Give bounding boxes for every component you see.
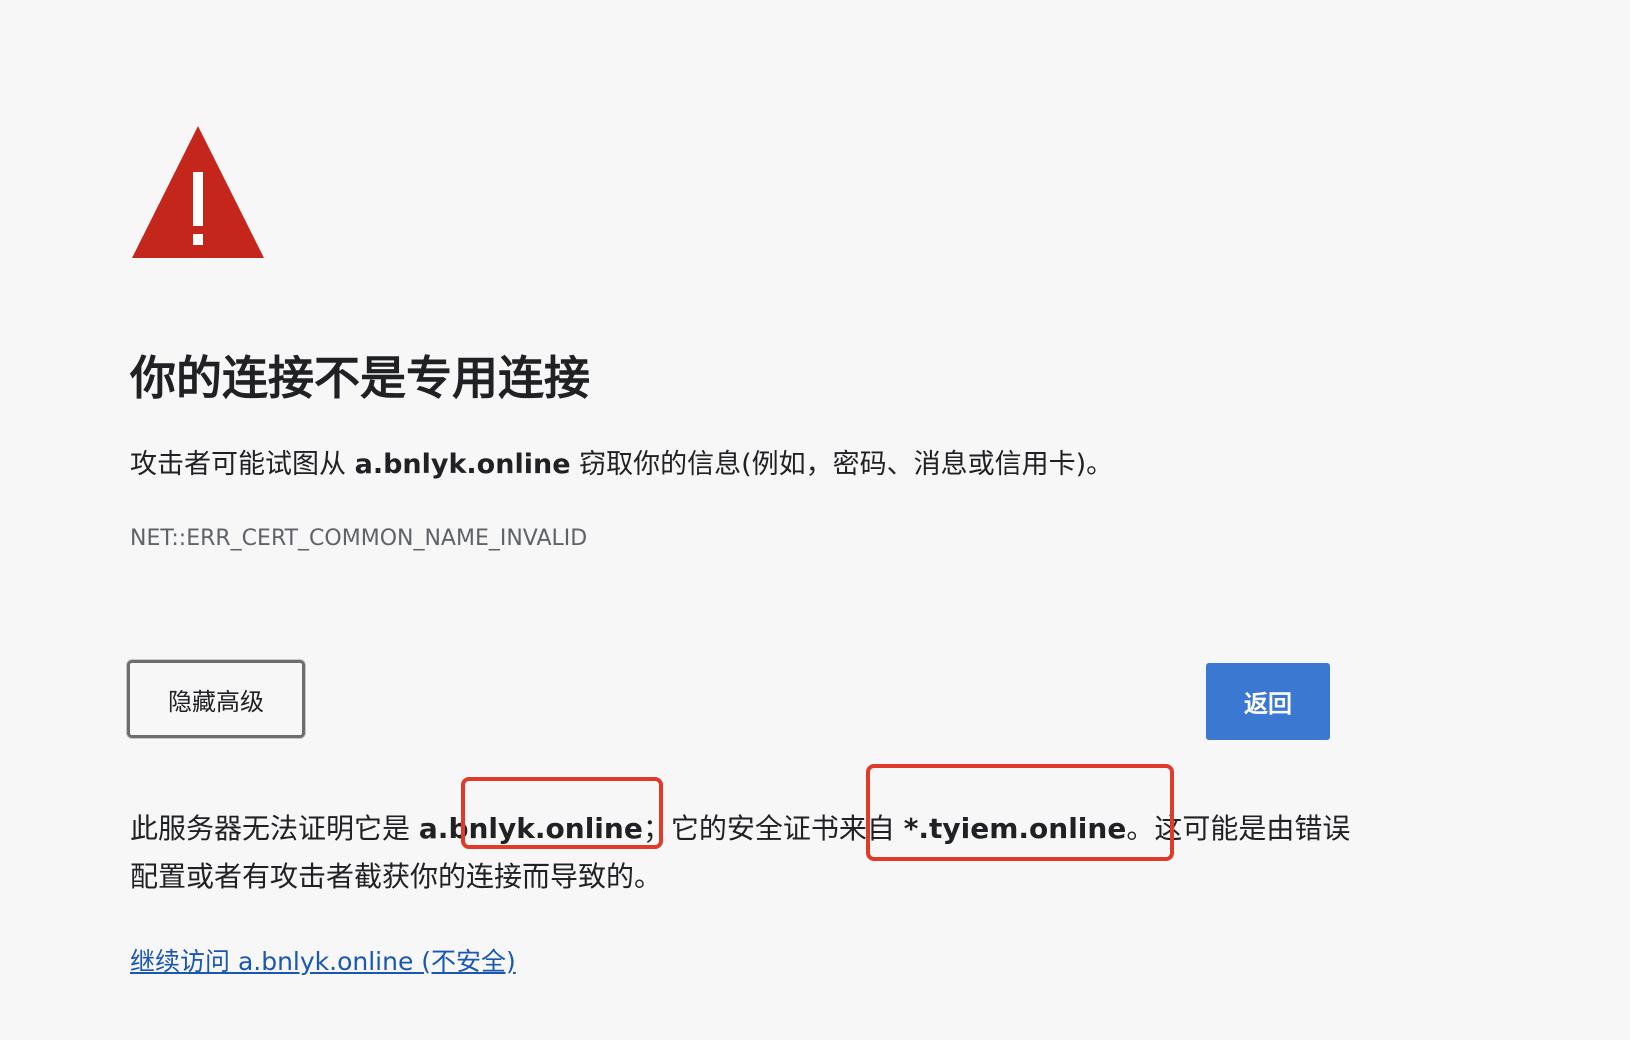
error-code: NET::ERR_CERT_COMMON_NAME_INVALID <box>130 526 588 551</box>
proceed-unsafe-link[interactable]: 继续访问 a.bnlyk.online (不安全) <box>130 944 516 980</box>
page-title: 你的连接不是专用连接 <box>130 351 590 405</box>
warning-triangle-icon <box>132 126 264 258</box>
annotation-highlight-cert-host <box>866 764 1174 861</box>
hide-advanced-button[interactable]: 隐藏高级 <box>127 660 305 738</box>
advanced-details: 此服务器无法证明它是 a.bnlyk.online；它的安全证书来自 *.tyi… <box>130 805 1360 901</box>
back-button[interactable]: 返回 <box>1206 663 1330 740</box>
description-suffix: 窃取你的信息(例如，密码、消息或信用卡)。 <box>570 449 1114 480</box>
annotation-highlight-host <box>461 777 663 849</box>
details-part2: ；它的安全证书来自 <box>642 812 904 845</box>
error-description: 攻击者可能试图从 a.bnlyk.online 窃取你的信息(例如，密码、消息或… <box>130 446 1113 484</box>
description-prefix: 攻击者可能试图从 <box>130 449 355 480</box>
description-host: a.bnlyk.online <box>354 449 571 480</box>
details-part1: 此服务器无法证明它是 <box>130 812 419 845</box>
